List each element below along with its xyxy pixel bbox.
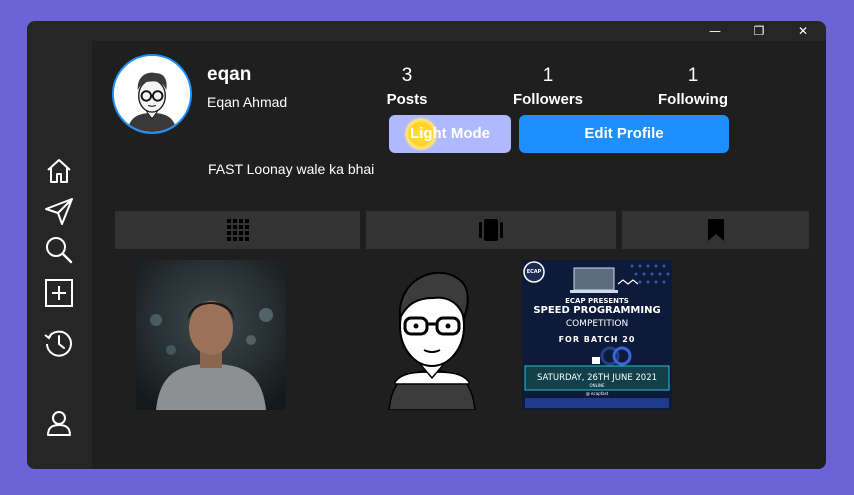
plus-square-icon: [45, 279, 73, 307]
post-photo-portrait[interactable]: [136, 260, 286, 410]
post-cartoon-avatar[interactable]: [357, 260, 507, 410]
search-icon: [46, 237, 73, 264]
sidebar-item-messages[interactable]: [43, 195, 75, 227]
sidebar-item-home[interactable]: [43, 155, 75, 187]
avatar-cartoon-icon: [114, 56, 190, 132]
avatar[interactable]: [112, 54, 192, 134]
history-icon: [44, 330, 72, 357]
sidebar-item-profile[interactable]: [43, 407, 75, 439]
home-icon: [47, 159, 71, 183]
paper-plane-icon: [45, 198, 73, 225]
sidebar: [27, 41, 92, 469]
light-mode-label: Light Mode: [410, 125, 490, 142]
posts-count: 3: [401, 65, 413, 86]
username: eqan: [207, 64, 252, 85]
followers-label: Followers: [512, 91, 583, 108]
minimize-button[interactable]: —: [695, 21, 735, 41]
bio: FAST Loonay wale ka bhai: [208, 161, 375, 177]
cartoon-avatar-icon: [357, 260, 507, 410]
tab-saved[interactable]: [622, 211, 809, 249]
poster-handle: @ ecapfast: [585, 391, 609, 396]
portrait-photo-icon: [136, 260, 286, 410]
carousel-icon: [479, 219, 503, 241]
poster-title: SPEED PROGRAMMING: [533, 305, 661, 316]
post-speed-programming-poster[interactable]: ECAP ECAP PRESENTS SPEED PROGRAMMING COM…: [522, 260, 672, 410]
following-count: 1: [687, 65, 699, 86]
sidebar-item-history[interactable]: [43, 327, 75, 359]
full-name: Eqan Ahmad: [207, 94, 288, 110]
followers-count: 1: [542, 65, 554, 86]
poster-batch: FOR BATCH 20: [558, 335, 636, 344]
posts-label: Posts: [386, 91, 428, 108]
user-icon: [47, 411, 71, 436]
tab-grid[interactable]: [115, 211, 360, 249]
posts-stat[interactable]: 3 Posts: [352, 65, 462, 108]
sidebar-item-new-post[interactable]: [43, 277, 75, 309]
tab-reels[interactable]: [366, 211, 616, 249]
following-stat[interactable]: 1 Following: [638, 65, 748, 108]
close-button[interactable]: ✕: [783, 21, 823, 41]
title-bar: — ❐ ✕: [27, 21, 826, 41]
followers-stat[interactable]: 1 Followers: [493, 65, 603, 108]
grid-icon: [226, 219, 249, 241]
poster-date: SATURDAY, 26TH JUNE 2021: [536, 373, 658, 383]
poster-presents: ECAP PRESENTS: [565, 297, 629, 305]
following-label: Following: [658, 91, 728, 108]
poster-subtitle: COMPETITION: [565, 319, 629, 329]
app-window: — ❐ ✕ eqan Eqan Ahmad 3 Posts 1 Follower…: [27, 21, 826, 469]
maximize-button[interactable]: ❐: [739, 21, 779, 41]
light-mode-button[interactable]: Light Mode: [389, 115, 511, 153]
bookmark-icon: [707, 219, 724, 241]
edit-profile-button[interactable]: Edit Profile: [519, 115, 729, 153]
sidebar-item-search[interactable]: [43, 234, 75, 266]
poster-brand: ECAP: [526, 269, 542, 275]
poster-mode: ONLINE: [589, 383, 605, 388]
profile-main: eqan Eqan Ahmad 3 Posts 1 Followers 1 Fo…: [92, 41, 826, 469]
